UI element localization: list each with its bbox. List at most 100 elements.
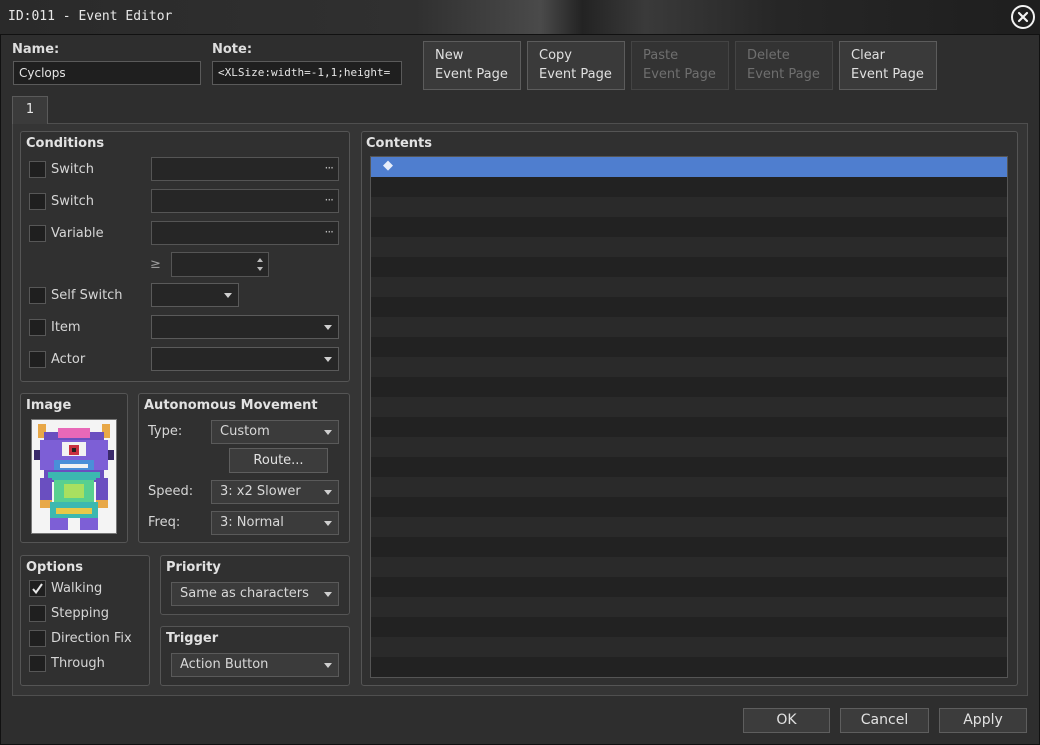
movement-speed-value: 3: x2 Slower <box>220 484 301 499</box>
movement-speed-label: Speed: <box>148 484 194 499</box>
self-switch-dropdown[interactable] <box>151 283 239 307</box>
priority-dropdown[interactable]: Same as characters <box>171 582 339 606</box>
paste-button-line1: Paste <box>643 48 679 63</box>
ellipsis-icon: ··· <box>324 225 335 239</box>
cancel-button[interactable]: Cancel <box>840 708 929 733</box>
new-event-page-button[interactable]: New Event Page <box>423 41 521 90</box>
item-dropdown[interactable] <box>151 315 339 339</box>
list-item[interactable] <box>371 357 1007 377</box>
list-item[interactable] <box>371 197 1007 217</box>
options-title: Options <box>26 560 83 575</box>
chevron-down-icon <box>224 293 232 298</box>
tab-page-1[interactable]: 1 <box>12 96 48 124</box>
command-row-selected[interactable]: ◆ <box>371 157 1007 177</box>
list-item[interactable] <box>371 497 1007 517</box>
switch1-checkbox[interactable] <box>29 161 46 178</box>
name-label: Name: <box>12 42 60 57</box>
route-button[interactable]: Route... <box>229 448 328 473</box>
spinner-arrows-icon[interactable] <box>256 256 264 273</box>
list-item[interactable] <box>371 397 1007 417</box>
window-title: ID:011 - Event Editor <box>8 9 173 24</box>
chevron-down-icon <box>324 490 332 495</box>
copy-button-line1: Copy <box>539 48 572 63</box>
list-item[interactable] <box>371 337 1007 357</box>
copy-button-line2: Event Page <box>539 67 612 82</box>
trigger-title: Trigger <box>166 631 219 646</box>
through-label: Through <box>51 656 105 671</box>
self-switch-checkbox[interactable] <box>29 287 46 304</box>
list-item[interactable] <box>371 437 1007 457</box>
actor-dropdown[interactable] <box>151 347 339 371</box>
note-label: Note: <box>212 42 253 57</box>
list-item[interactable] <box>371 557 1007 577</box>
list-item[interactable] <box>371 617 1007 637</box>
priority-value: Same as characters <box>180 586 309 601</box>
copy-event-page-button[interactable]: Copy Event Page <box>527 41 625 90</box>
apply-button[interactable]: Apply <box>939 708 1027 733</box>
switch2-selector[interactable]: ··· <box>151 189 339 213</box>
actor-checkbox[interactable] <box>29 351 46 368</box>
close-button[interactable] <box>1011 5 1035 29</box>
through-checkbox[interactable] <box>29 655 46 672</box>
trigger-value: Action Button <box>180 657 269 672</box>
movement-freq-value: 3: Normal <box>220 515 284 530</box>
actor-label: Actor <box>51 352 86 367</box>
walking-checkbox[interactable] <box>29 580 46 597</box>
delete-button-line1: Delete <box>747 48 790 63</box>
variable-value-spinner[interactable] <box>171 252 269 277</box>
ellipsis-icon: ··· <box>324 193 335 207</box>
list-item[interactable] <box>371 377 1007 397</box>
movement-type-value: Custom <box>220 424 270 439</box>
list-item[interactable] <box>371 577 1007 597</box>
close-icon <box>1017 11 1029 23</box>
image-title: Image <box>26 398 72 413</box>
chevron-down-icon <box>324 430 332 435</box>
item-checkbox[interactable] <box>29 319 46 336</box>
list-item[interactable] <box>371 637 1007 657</box>
direction-fix-label: Direction Fix <box>51 631 132 646</box>
switch2-checkbox[interactable] <box>29 193 46 210</box>
chevron-down-icon <box>324 663 332 668</box>
contents-title: Contents <box>366 136 432 151</box>
list-item[interactable] <box>371 237 1007 257</box>
priority-title: Priority <box>166 560 221 575</box>
list-item[interactable] <box>371 297 1007 317</box>
list-item[interactable] <box>371 277 1007 297</box>
movement-speed-dropdown[interactable]: 3: x2 Slower <box>211 480 339 504</box>
list-item[interactable] <box>371 657 1007 677</box>
list-item[interactable] <box>371 457 1007 477</box>
new-button-line2: Event Page <box>435 67 508 82</box>
list-item[interactable] <box>371 477 1007 497</box>
note-field[interactable]: <XLSize:width=-1,1;height= <box>212 61 402 85</box>
stepping-checkbox[interactable] <box>29 605 46 622</box>
item-label: Item <box>51 320 81 335</box>
list-item[interactable] <box>371 257 1007 277</box>
list-item[interactable] <box>371 417 1007 437</box>
clear-event-page-button[interactable]: Clear Event Page <box>839 41 937 90</box>
switch1-selector[interactable]: ··· <box>151 157 339 181</box>
delete-event-page-button[interactable]: Delete Event Page <box>735 41 833 90</box>
name-field[interactable]: Cyclops <box>13 61 201 85</box>
direction-fix-checkbox[interactable] <box>29 630 46 647</box>
ok-button[interactable]: OK <box>743 708 830 733</box>
list-item[interactable] <box>371 317 1007 337</box>
list-item[interactable] <box>371 597 1007 617</box>
chevron-down-icon <box>324 357 332 362</box>
movement-type-dropdown[interactable]: Custom <box>211 420 339 444</box>
movement-type-label: Type: <box>148 424 183 439</box>
list-item[interactable] <box>371 537 1007 557</box>
list-item[interactable] <box>371 517 1007 537</box>
variable-checkbox[interactable] <box>29 225 46 242</box>
movement-freq-dropdown[interactable]: 3: Normal <box>211 511 339 535</box>
character-image[interactable] <box>31 419 117 534</box>
new-button-line1: New <box>435 48 464 63</box>
list-item[interactable] <box>371 177 1007 197</box>
movement-freq-label: Freq: <box>148 515 181 530</box>
chevron-down-icon <box>324 325 332 330</box>
list-item[interactable] <box>371 217 1007 237</box>
paste-event-page-button[interactable]: Paste Event Page <box>631 41 729 90</box>
trigger-dropdown[interactable]: Action Button <box>171 653 339 677</box>
variable-selector[interactable]: ··· <box>151 221 339 245</box>
contents-command-list[interactable]: ◆ <box>370 156 1008 678</box>
paste-button-line2: Event Page <box>643 67 716 82</box>
